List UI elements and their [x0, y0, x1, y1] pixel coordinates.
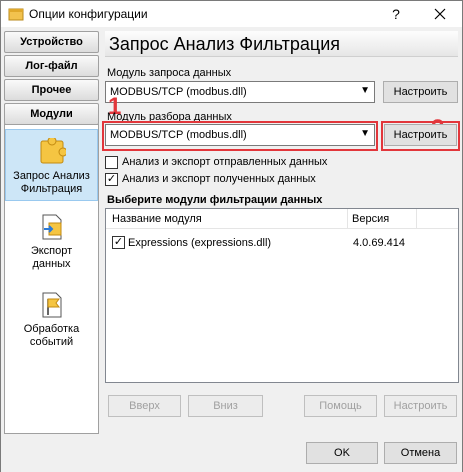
- query-module-label: Модуль запроса данных: [107, 67, 232, 79]
- nav-item-label: Обработка: [23, 323, 80, 335]
- checkbox-received[interactable]: ✓: [105, 173, 118, 186]
- close-title-button[interactable]: [418, 1, 462, 27]
- nav-item-label: событий: [29, 336, 74, 348]
- ok-button[interactable]: OK: [306, 442, 378, 464]
- nav-button-other[interactable]: Прочее: [4, 79, 99, 101]
- nav-button-logfile[interactable]: Лог-файл: [4, 55, 99, 77]
- checkbox-sent-label: Анализ и экспорт отправленных данных: [122, 156, 328, 168]
- parse-module-value: MODBUS/TCP (modbus.dll): [110, 129, 247, 141]
- nav-item-events[interactable]: Обработка событий: [5, 291, 98, 355]
- query-configure-button[interactable]: Настроить: [383, 81, 458, 103]
- modules-nav-pane: Запрос Анализ Фильтрация Экспорт данных …: [4, 124, 99, 434]
- move-down-button[interactable]: Вниз: [188, 395, 263, 417]
- flag-icon: [42, 292, 61, 318]
- nav-button-modules[interactable]: Модули: [4, 103, 99, 125]
- row-module-name: Expressions (expressions.dll): [128, 237, 272, 249]
- column-header-name[interactable]: Название модуля: [112, 213, 202, 225]
- checkbox-received-label: Анализ и экспорт полученных данных: [122, 173, 316, 185]
- row-module-version: 4.0.69.414: [353, 237, 405, 249]
- nav-button-device[interactable]: Устройство: [4, 31, 99, 53]
- column-separator: [347, 209, 348, 229]
- filter-modules-heading: Выберите модули фильтрации данных: [107, 194, 323, 206]
- chevron-down-icon: ▼: [360, 128, 370, 139]
- page-title: Запрос Анализ Фильтрация: [105, 31, 458, 57]
- nav-item-label: Запрос Анализ: [13, 170, 90, 182]
- close-icon: [434, 8, 446, 20]
- title-bar: Опции конфигурации ?: [1, 1, 462, 27]
- move-up-button[interactable]: Вверх: [108, 395, 181, 417]
- export-icon: [42, 214, 61, 240]
- app-icon: [8, 8, 24, 21]
- column-separator: [416, 209, 417, 229]
- nav-item-label: данных: [32, 258, 71, 270]
- table-row[interactable]: ✓ Expressions (expressions.dll) 4.0.69.4…: [106, 233, 458, 251]
- puzzle-icon: [40, 138, 66, 164]
- help-button[interactable]: Помощь: [304, 395, 377, 417]
- chevron-down-icon: ▼: [360, 85, 370, 96]
- nav-item-query-analysis[interactable]: Запрос Анализ Фильтрация: [5, 129, 98, 201]
- filter-configure-button[interactable]: Настроить: [384, 395, 457, 417]
- window-title: Опции конфигурации: [29, 7, 148, 21]
- help-title-button[interactable]: ?: [374, 1, 418, 27]
- column-header-version[interactable]: Версия: [352, 213, 389, 225]
- parse-configure-button[interactable]: Настроить: [384, 124, 457, 146]
- parse-module-select[interactable]: MODBUS/TCP (modbus.dll) ▼: [105, 124, 375, 146]
- query-module-value: MODBUS/TCP (modbus.dll): [110, 86, 247, 98]
- nav-item-label: Экспорт: [30, 245, 73, 257]
- config-window: Опции конфигурации ? Устройство Лог-файл…: [0, 0, 463, 472]
- filter-modules-list[interactable]: Название модуля Версия ✓ Expressions (ex…: [105, 208, 459, 383]
- checkbox-sent[interactable]: [105, 156, 118, 169]
- nav-item-label: Фильтрация: [20, 183, 83, 195]
- cancel-button[interactable]: Отмена: [384, 442, 457, 464]
- list-header: Название модуля Версия: [106, 209, 458, 229]
- row-checkbox[interactable]: ✓: [112, 236, 125, 249]
- query-module-select[interactable]: MODBUS/TCP (modbus.dll) ▼: [105, 81, 375, 103]
- nav-item-export[interactable]: Экспорт данных: [5, 213, 98, 277]
